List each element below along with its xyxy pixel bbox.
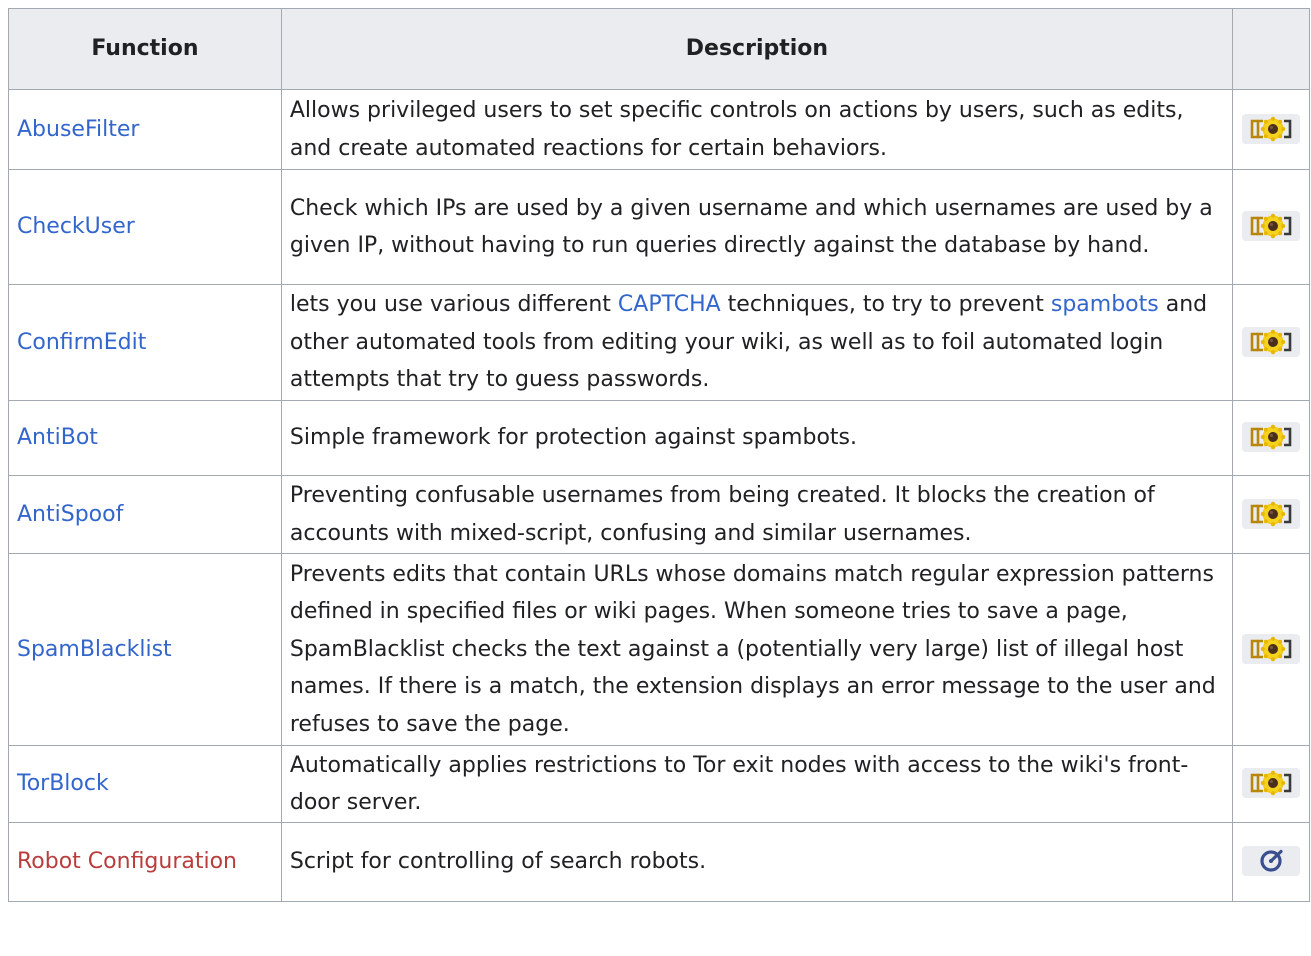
- column-header-function[interactable]: Function: [8, 8, 282, 90]
- robot-configuration-link[interactable]: Robot Configuration: [17, 849, 237, 874]
- extension-icon[interactable]: [1241, 211, 1300, 242]
- function-cell: CheckUser: [8, 169, 282, 285]
- badge-cell: [1231, 400, 1311, 476]
- gauge-icon[interactable]: [1241, 846, 1300, 877]
- extension-icon[interactable]: [1241, 113, 1300, 144]
- table-row: AntiBot Simple framework for protection …: [8, 400, 1311, 476]
- column-header-description[interactable]: Description: [280, 8, 1233, 90]
- badge-cell: [1231, 169, 1311, 285]
- table-header-row: Function Description: [8, 8, 1311, 90]
- extension-icon[interactable]: [1241, 498, 1300, 529]
- spamblacklist-link[interactable]: SpamBlacklist: [17, 637, 172, 662]
- description-cell: Check which IPs are used by a given user…: [280, 169, 1233, 285]
- checkuser-link[interactable]: CheckUser: [17, 214, 135, 239]
- table-row: Robot Configuration Script for controlli…: [8, 822, 1311, 902]
- confirmedit-link[interactable]: ConfirmEdit: [17, 330, 146, 355]
- badge-cell: [1231, 475, 1311, 554]
- badge-cell: [1231, 89, 1311, 170]
- function-cell: Robot Configuration: [8, 822, 282, 902]
- description-text: lets you use various different: [289, 292, 618, 318]
- table-row: CheckUser Check which IPs are used by a …: [8, 169, 1311, 285]
- description-cell: Allows privileged users to set specific …: [280, 89, 1233, 170]
- description-cell: lets you use various different CAPTCHA t…: [280, 284, 1233, 401]
- badge-cell: [1231, 284, 1311, 401]
- badge-cell: [1231, 553, 1311, 746]
- function-cell: AntiBot: [8, 400, 282, 476]
- description-cell: Preventing confusable usernames from bei…: [280, 475, 1233, 554]
- badge-cell: [1231, 822, 1311, 902]
- badge-cell: [1231, 745, 1311, 823]
- captcha-link[interactable]: CAPTCHA: [618, 292, 721, 317]
- abusefilter-link[interactable]: AbuseFilter: [17, 117, 139, 142]
- description-cell: Script for controlling of search robots.: [280, 822, 1233, 902]
- function-cell: AbuseFilter: [8, 89, 282, 170]
- extension-icon[interactable]: [1241, 768, 1300, 799]
- description-cell: Simple framework for protection against …: [280, 400, 1233, 476]
- extension-icon[interactable]: [1241, 422, 1300, 453]
- function-cell: TorBlock: [8, 745, 282, 823]
- extension-icon[interactable]: [1241, 326, 1300, 357]
- description-cell: Prevents edits that contain URLs whose d…: [280, 553, 1233, 746]
- antibot-link[interactable]: AntiBot: [17, 425, 98, 450]
- table-row: ConfirmEdit lets you use various differe…: [8, 284, 1311, 401]
- column-header-extra: [1231, 8, 1311, 90]
- function-cell: AntiSpoof: [8, 475, 282, 554]
- table-row: AbuseFilter Allows privileged users to s…: [8, 89, 1311, 170]
- description-cell: Automatically applies restrictions to To…: [280, 745, 1233, 823]
- extension-icon[interactable]: [1241, 633, 1300, 664]
- function-cell: SpamBlacklist: [8, 553, 282, 746]
- torblock-link[interactable]: TorBlock: [17, 771, 109, 796]
- spambots-link[interactable]: spambots: [1051, 292, 1159, 317]
- extensions-table: Function Description AbuseFilter Allows …: [8, 8, 1311, 902]
- table-row: AntiSpoof Preventing confusable username…: [8, 475, 1311, 554]
- table-row: TorBlock Automatically applies restricti…: [8, 745, 1311, 823]
- antispoof-link[interactable]: AntiSpoof: [17, 502, 123, 527]
- function-cell: ConfirmEdit: [8, 284, 282, 401]
- description-text: techniques, to try to prevent: [720, 292, 1051, 318]
- table-row: SpamBlacklist Prevents edits that contai…: [8, 553, 1311, 746]
